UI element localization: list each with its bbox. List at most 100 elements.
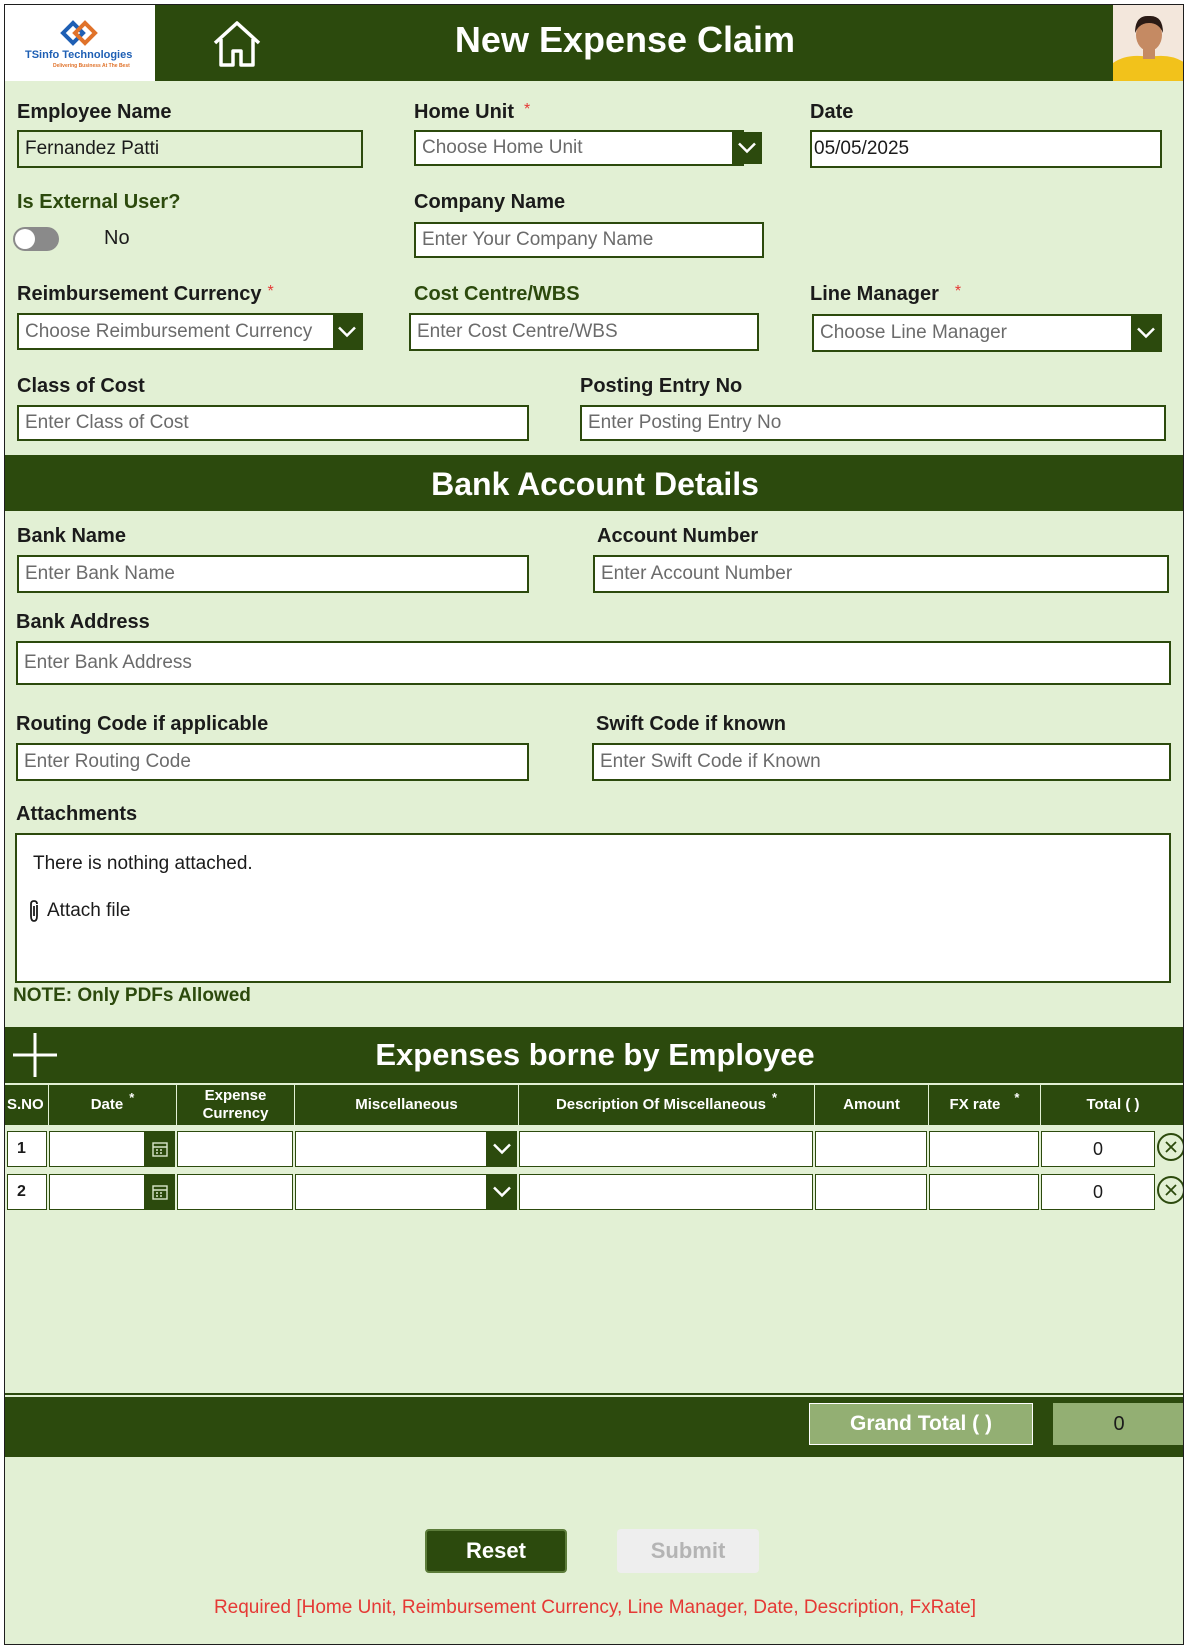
reimbursement-currency-dropdown-button[interactable] <box>333 315 361 348</box>
company-name-input[interactable] <box>414 222 764 258</box>
external-user-toggle[interactable] <box>13 227 59 251</box>
user-photo-icon <box>1113 5 1183 81</box>
row-miscellaneous-dropdown-button[interactable] <box>487 1174 517 1210</box>
bank-address-label: Bank Address <box>16 611 150 633</box>
cost-centre-label: Cost Centre/WBS <box>414 283 580 305</box>
required-fields-note: Required [Home Unit, Reimbursement Curre… <box>213 1597 977 1618</box>
employee-name-input[interactable] <box>17 130 363 168</box>
attach-file-button[interactable]: Attach file <box>27 897 130 925</box>
table-row: 2 0 <box>5 1172 1183 1212</box>
class-of-cost-label: Class of Cost <box>17 375 145 397</box>
row-amount-input[interactable] <box>815 1131 927 1167</box>
col-sno: S.NO <box>5 1085 49 1125</box>
chevron-down-icon <box>338 326 356 337</box>
expense-claim-app: TSinfo Technologies Delivering Business … <box>4 4 1184 1645</box>
row-fx-rate-input[interactable] <box>929 1174 1039 1210</box>
posting-entry-label: Posting Entry No <box>580 375 743 397</box>
cost-centre-input[interactable] <box>409 313 759 351</box>
submit-button[interactable]: Submit <box>617 1529 759 1573</box>
external-user-label: Is External User? <box>17 191 181 213</box>
account-number-input[interactable] <box>593 555 1169 593</box>
col-date-required: * <box>129 1090 135 1105</box>
close-icon <box>1165 1141 1177 1153</box>
home-button[interactable] <box>211 19 263 69</box>
bank-name-label: Bank Name <box>17 525 126 547</box>
routing-code-label: Routing Code if applicable <box>16 713 269 735</box>
row-description-input[interactable] <box>519 1174 813 1210</box>
swift-code-label: Swift Code if known <box>596 713 786 735</box>
row-description-input[interactable] <box>519 1131 813 1167</box>
col-expense-currency: Expense Currency <box>177 1085 295 1125</box>
date-picker-button[interactable] <box>145 1174 175 1210</box>
row-total: 0 <box>1041 1174 1155 1210</box>
row-miscellaneous-dropdown[interactable] <box>295 1174 487 1210</box>
logo-tagline: Delivering Business At The Best <box>53 63 130 69</box>
col-description-required: * <box>772 1090 778 1105</box>
routing-code-input[interactable] <box>16 743 529 781</box>
grand-total-label: Grand Total ( ) <box>809 1403 1033 1445</box>
attachments-box[interactable]: There is nothing attached. Attach file <box>15 833 1171 983</box>
user-avatar[interactable] <box>1113 5 1183 81</box>
company-name-label: Company Name <box>414 191 566 213</box>
swift-code-input[interactable] <box>592 743 1171 781</box>
reimbursement-currency-label-text: Reimbursement Currency <box>17 283 262 305</box>
row-amount-input[interactable] <box>815 1174 927 1210</box>
calendar-icon <box>152 1142 168 1157</box>
divider <box>5 1393 1183 1395</box>
employee-name-label: Employee Name <box>17 101 172 123</box>
row-date-input[interactable] <box>49 1174 145 1210</box>
row-expense-currency-input[interactable] <box>177 1174 293 1210</box>
line-manager-dropdown[interactable] <box>812 314 1162 352</box>
bank-address-input[interactable] <box>16 641 1171 685</box>
col-date-label: Date <box>90 1096 124 1113</box>
col-description-label: Description Of Miscellaneous <box>555 1096 766 1113</box>
line-manager-dropdown-button[interactable] <box>1131 316 1160 350</box>
chevron-down-icon <box>738 142 756 154</box>
col-amount: Amount <box>815 1085 929 1125</box>
attach-file-label: Attach file <box>47 900 131 921</box>
expenses-section-title: Expenses borne by Employee <box>5 1027 1183 1083</box>
row-sno: 2 <box>7 1174 47 1210</box>
bank-section-title: Bank Account Details <box>5 455 1183 511</box>
home-unit-dropdown-button[interactable] <box>732 132 762 164</box>
date-picker-button[interactable] <box>145 1131 175 1167</box>
attachments-label: Attachments <box>16 803 138 825</box>
col-fx-rate: FX rate * <box>929 1085 1041 1125</box>
delete-row-button[interactable] <box>1157 1133 1183 1161</box>
company-logo: TSinfo Technologies Delivering Business … <box>5 5 155 81</box>
row-miscellaneous-dropdown-button[interactable] <box>487 1131 517 1167</box>
row-date-input[interactable] <box>49 1131 145 1167</box>
attachments-empty-text: There is nothing attached. <box>33 853 253 874</box>
close-icon <box>1165 1184 1177 1196</box>
col-description: Description Of Miscellaneous * <box>519 1085 815 1125</box>
attachments-note: NOTE: Only PDFs Allowed <box>13 985 251 1006</box>
expenses-table-header: S.NO Date * Expense Currency Miscellaneou… <box>5 1085 1183 1125</box>
calendar-icon <box>152 1185 168 1200</box>
chevron-down-icon <box>493 1143 511 1155</box>
reimbursement-currency-required-mark: * <box>267 283 274 300</box>
home-unit-label: Home Unit * <box>414 101 530 124</box>
table-row: 1 0 <box>5 1129 1183 1169</box>
class-of-cost-input[interactable] <box>17 405 529 441</box>
home-unit-dropdown[interactable] <box>414 130 744 166</box>
col-fx-rate-required: * <box>1014 1090 1020 1105</box>
reset-button[interactable]: Reset <box>425 1529 567 1573</box>
date-input[interactable] <box>810 130 1162 168</box>
col-total: Total ( ) <box>1086 1096 1140 1113</box>
delete-row-button[interactable] <box>1157 1176 1183 1204</box>
line-manager-label: Line Manager * <box>810 283 961 306</box>
row-total: 0 <box>1041 1131 1155 1167</box>
row-fx-rate-input[interactable] <box>929 1131 1039 1167</box>
chevron-down-icon <box>1136 327 1155 339</box>
account-number-label: Account Number <box>597 525 759 547</box>
row-expense-currency-input[interactable] <box>177 1131 293 1167</box>
row-miscellaneous-dropdown[interactable] <box>295 1131 487 1167</box>
external-user-state: No <box>104 227 130 249</box>
line-manager-label-text: Line Manager <box>810 283 939 305</box>
posting-entry-input[interactable] <box>580 405 1166 441</box>
paperclip-icon <box>30 900 38 922</box>
reimbursement-currency-dropdown[interactable] <box>17 313 363 350</box>
logo-name: TSinfo Technologies <box>25 49 133 61</box>
add-expense-button[interactable] <box>9 1029 61 1081</box>
bank-name-input[interactable] <box>17 555 529 593</box>
